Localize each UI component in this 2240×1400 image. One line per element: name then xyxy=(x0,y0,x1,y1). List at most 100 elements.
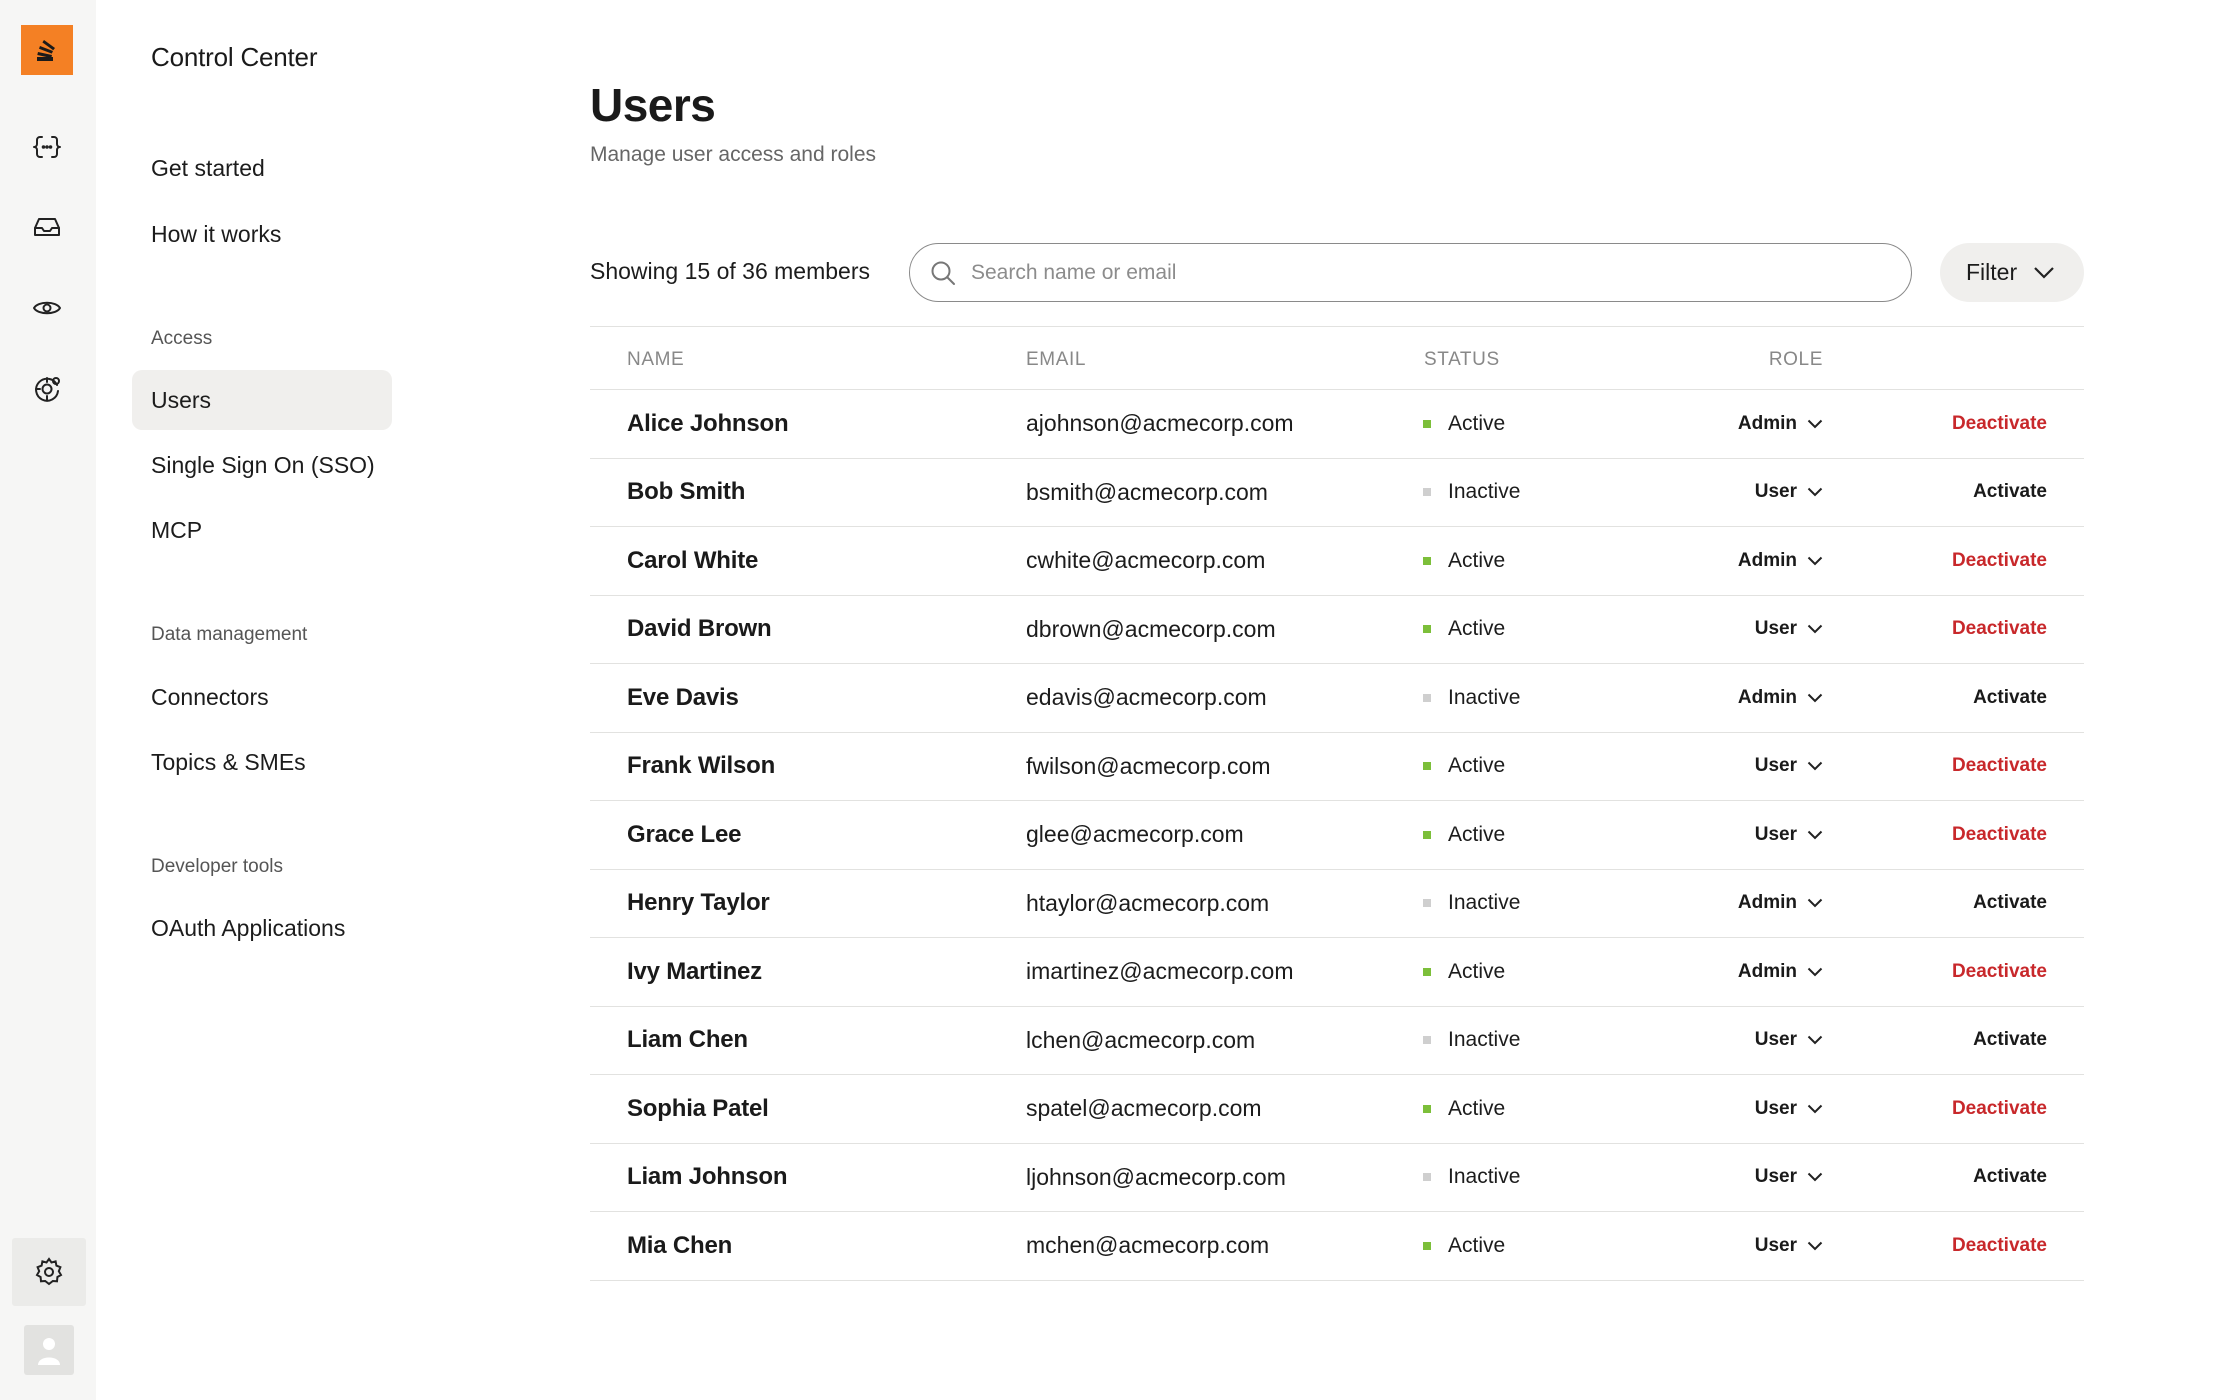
role-dropdown[interactable]: Admin xyxy=(1738,664,1823,732)
role-label: User xyxy=(1754,1097,1797,1119)
status-badge: Active xyxy=(1423,938,1505,1006)
status-label: Active xyxy=(1448,1096,1506,1120)
user-email: spatel@acmecorp.com xyxy=(1026,1095,1262,1122)
role-dropdown[interactable]: User xyxy=(1755,1007,1823,1075)
status-badge: Active xyxy=(1423,1212,1505,1280)
logo-icon[interactable] xyxy=(21,25,73,75)
nav-item-oauth-applications[interactable]: OAuth Applications xyxy=(132,898,432,958)
status-badge: Inactive xyxy=(1423,1007,1520,1075)
role-dropdown[interactable]: Admin xyxy=(1738,938,1823,1006)
nav-item-users[interactable]: Users xyxy=(132,370,392,430)
table-row: Liam Chen lchen@acmecorp.com Inactive User A… xyxy=(590,1007,2084,1075)
status-label: Inactive xyxy=(1448,891,1521,915)
deactivate-button[interactable]: Deactivate xyxy=(1952,596,2047,664)
column-header-name[interactable]: NAME xyxy=(627,349,684,371)
nav-item-mcp[interactable]: MCP xyxy=(132,500,432,560)
deactivate-button[interactable]: Deactivate xyxy=(1952,390,2047,458)
filter-label: Filter xyxy=(1966,259,2018,285)
user-avatar[interactable] xyxy=(24,1325,74,1375)
role-label: User xyxy=(1754,618,1797,640)
table-row: Sophia Patel spatel@acmecorp.com Active Use… xyxy=(590,1075,2084,1144)
status-badge: Inactive xyxy=(1423,664,1520,732)
users-table: NAME EMAIL STATUS ROLE Alice Johnson ajoh… xyxy=(590,326,2084,1281)
role-dropdown[interactable]: Admin xyxy=(1738,527,1823,595)
status-dot-icon xyxy=(1423,899,1431,908)
chevron-down-icon xyxy=(1807,419,1823,429)
user-email: bsmith@acmecorp.com xyxy=(1026,478,1268,505)
status-dot-icon xyxy=(1423,1173,1431,1182)
eye-icon[interactable] xyxy=(28,289,66,327)
column-header-email[interactable]: EMAIL xyxy=(1026,349,1086,371)
role-dropdown[interactable]: User xyxy=(1755,459,1823,527)
user-name: Sophia Patel xyxy=(627,1094,769,1122)
status-dot-icon xyxy=(1423,625,1431,634)
chevron-down-icon xyxy=(2034,266,2054,279)
chevron-down-icon xyxy=(1807,1173,1823,1182)
user-email: mchen@acmecorp.com xyxy=(1026,1232,1270,1259)
column-header-role[interactable]: ROLE xyxy=(1769,349,1823,371)
user-email: edavis@acmecorp.com xyxy=(1026,684,1267,711)
status-label: Inactive xyxy=(1448,1165,1521,1189)
role-dropdown[interactable]: User xyxy=(1755,733,1823,801)
nav-item-how-it-works[interactable]: How it works xyxy=(132,204,432,264)
nav-item-get-started[interactable]: Get started xyxy=(132,138,432,198)
chevron-down-icon xyxy=(1807,1104,1823,1114)
user-name: Grace Lee xyxy=(627,820,742,848)
chevron-down-icon xyxy=(1807,899,1823,908)
globe-settings-icon[interactable] xyxy=(28,370,66,408)
chevron-down-icon xyxy=(1807,967,1823,977)
search-field[interactable] xyxy=(909,243,1912,302)
chevron-down-icon xyxy=(1807,762,1823,771)
role-dropdown[interactable]: User xyxy=(1755,801,1823,869)
role-dropdown[interactable]: Admin xyxy=(1738,870,1823,938)
deactivate-button[interactable]: Deactivate xyxy=(1952,527,2047,595)
role-label: User xyxy=(1754,1166,1797,1188)
status-label: Inactive xyxy=(1448,685,1521,709)
user-email: dbrown@acmecorp.com xyxy=(1026,615,1276,642)
status-badge: Active xyxy=(1423,801,1505,869)
deactivate-button[interactable]: Deactivate xyxy=(1952,938,2047,1006)
activate-button[interactable]: Activate xyxy=(1973,664,2047,732)
inbox-icon[interactable] xyxy=(28,208,66,246)
status-badge: Active xyxy=(1423,390,1505,458)
role-dropdown[interactable]: User xyxy=(1755,1212,1823,1280)
user-name: Carol White xyxy=(627,546,759,574)
page-subtitle: Manage user access and roles xyxy=(590,143,876,166)
role-dropdown[interactable]: Admin xyxy=(1738,390,1823,458)
status-badge: Active xyxy=(1423,527,1505,595)
deactivate-button[interactable]: Deactivate xyxy=(1952,733,2047,801)
search-input[interactable] xyxy=(971,260,1871,285)
filter-button[interactable]: Filter xyxy=(1940,243,2084,302)
role-dropdown[interactable]: User xyxy=(1755,1144,1823,1212)
activate-button[interactable]: Activate xyxy=(1973,1007,2047,1075)
activate-button[interactable]: Activate xyxy=(1973,459,2047,527)
nav-item-sso[interactable]: Single Sign On (SSO) xyxy=(132,435,432,495)
role-dropdown[interactable]: User xyxy=(1755,596,1823,664)
activate-button[interactable]: Activate xyxy=(1973,870,2047,938)
user-name: Mia Chen xyxy=(627,1231,733,1259)
user-name: Ivy Martinez xyxy=(627,957,762,985)
user-email: lchen@acmecorp.com xyxy=(1026,1026,1256,1053)
status-label: Inactive xyxy=(1448,1028,1521,1052)
user-name: David Brown xyxy=(627,615,772,643)
status-label: Active xyxy=(1448,959,1506,983)
status-label: Active xyxy=(1448,411,1506,435)
activate-button[interactable]: Activate xyxy=(1973,1144,2047,1212)
role-dropdown[interactable]: User xyxy=(1755,1075,1823,1143)
chevron-down-icon xyxy=(1807,830,1823,840)
member-count: Showing 15 of 36 members xyxy=(590,258,870,284)
nav-item-connectors[interactable]: Connectors xyxy=(132,667,432,727)
table-row: Henry Taylor htaylor@acmecorp.com Inactive… xyxy=(590,870,2084,938)
deactivate-button[interactable]: Deactivate xyxy=(1952,801,2047,869)
settings-icon[interactable] xyxy=(12,1238,86,1306)
nav-item-topics-smes[interactable]: Topics & SMEs xyxy=(132,732,432,792)
column-header-status[interactable]: STATUS xyxy=(1424,349,1500,371)
deactivate-button[interactable]: Deactivate xyxy=(1952,1075,2047,1143)
role-label: User xyxy=(1754,481,1797,503)
app-title: Control Center xyxy=(151,42,318,72)
user-name: Frank Wilson xyxy=(627,752,776,780)
code-braces-icon[interactable] xyxy=(28,128,66,166)
deactivate-button[interactable]: Deactivate xyxy=(1952,1212,2047,1280)
table-row: David Brown dbrown@acmecorp.com Active User… xyxy=(590,596,2084,664)
status-dot-icon xyxy=(1423,419,1431,428)
